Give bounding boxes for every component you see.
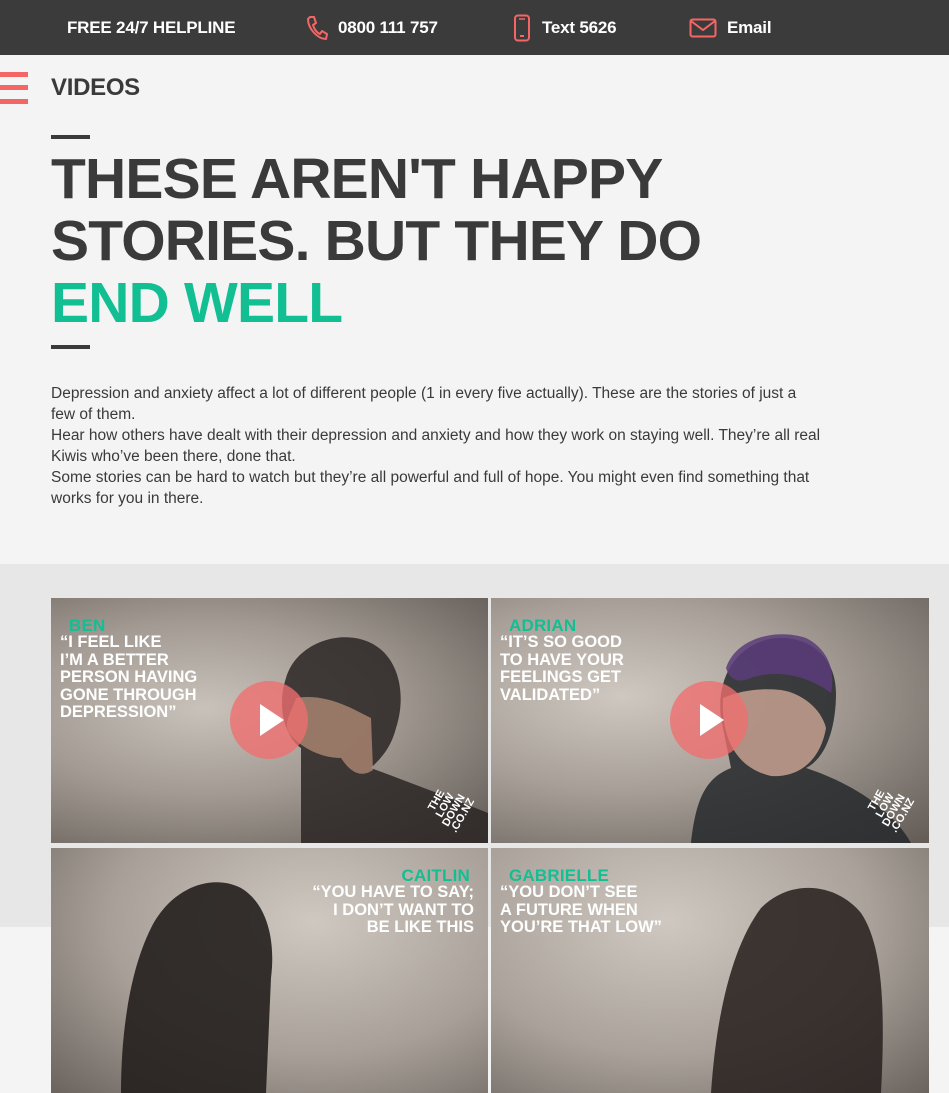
video-quote: “YOU HAVE TO SAY; I DON’T WANT TO BE LIK…	[312, 883, 474, 936]
intro-paragraph-3: Some stories can be hard to watch but th…	[51, 469, 810, 507]
video-card-gabrielle[interactable]: GABRIELLE “YOU DON’T SEE A FUTURE WHEN Y…	[491, 848, 929, 1093]
helpline-label: FREE 24/7 HELPLINE	[67, 17, 236, 37]
play-icon	[260, 704, 284, 736]
play-button[interactable]	[230, 681, 308, 759]
text-link[interactable]: Text 5626	[513, 0, 617, 55]
intro-paragraph-1: Depression and anxiety affect a lot of d…	[51, 385, 797, 423]
headline-line-1: THESE AREN'T HAPPY	[51, 147, 663, 211]
intro-text: Depression and anxiety affect a lot of d…	[51, 383, 821, 509]
email-label: Email	[727, 17, 772, 37]
video-quote: “I FEEL LIKE I’M A BETTER PERSON HAVING …	[60, 633, 198, 721]
video-quote: “YOU DON’T SEE A FUTURE WHEN YOU’RE THAT…	[500, 883, 662, 936]
hamburger-icon[interactable]	[0, 72, 28, 106]
phone-number: 0800 111 757	[338, 17, 438, 37]
phone-link[interactable]: 0800 111 757	[305, 0, 438, 55]
video-grid: BEN “I FEEL LIKE I’M A BETTER PERSON HAV…	[0, 564, 949, 1093]
helpline-bar: FREE 24/7 HELPLINE 0800 111 757 Text 562…	[0, 0, 949, 55]
text-number: Text 5626	[542, 17, 617, 37]
video-card-ben[interactable]: BEN “I FEEL LIKE I’M A BETTER PERSON HAV…	[51, 598, 488, 843]
email-link[interactable]: Email	[689, 0, 772, 55]
divider-bottom	[51, 345, 90, 349]
page-title: VIDEOS	[51, 74, 140, 101]
play-icon	[700, 704, 724, 736]
headline-accent: END WELL	[51, 271, 343, 335]
hero-headline: THESE AREN'T HAPPY STORIES. BUT THEY DO …	[51, 147, 702, 335]
headline-line-2: STORIES. BUT THEY DO	[51, 209, 702, 273]
intro-paragraph-2: Hear how others have dealt with their de…	[51, 427, 821, 465]
divider-top	[51, 135, 90, 139]
envelope-icon	[689, 18, 717, 37]
video-quote: “IT’S SO GOOD TO HAVE YOUR FEELINGS GET …	[500, 633, 624, 704]
phone-icon	[307, 15, 328, 40]
video-card-caitlin[interactable]: CAITLIN “YOU HAVE TO SAY; I DON’T WANT T…	[51, 848, 488, 1093]
video-card-adrian[interactable]: ADRIAN “IT’S SO GOOD TO HAVE YOUR FEELIN…	[491, 598, 929, 843]
mobile-icon	[514, 14, 530, 41]
play-button[interactable]	[670, 681, 748, 759]
